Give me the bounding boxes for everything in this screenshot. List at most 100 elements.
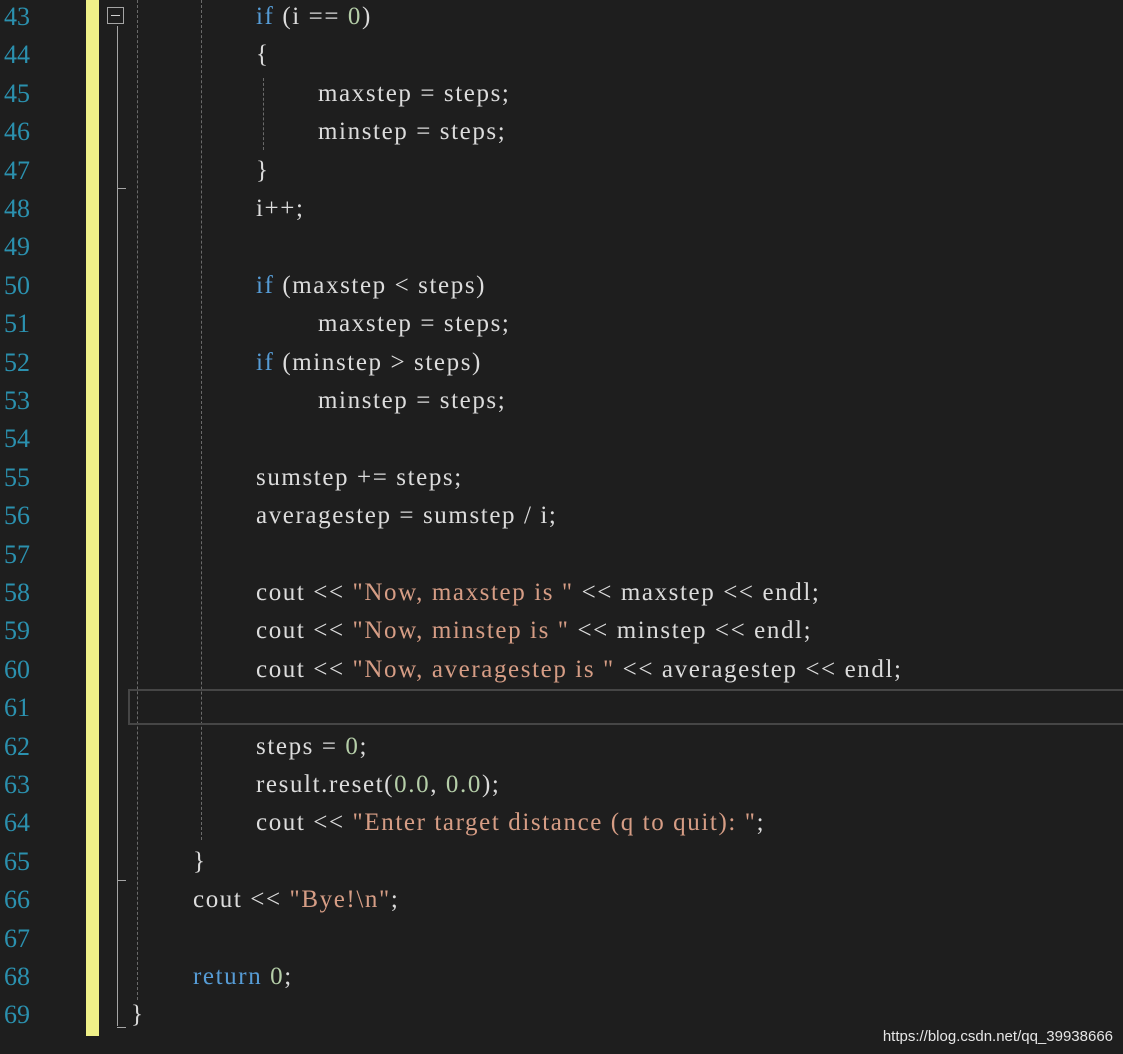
code-token: ; <box>359 732 369 760</box>
code-token: if <box>256 348 275 376</box>
code-text[interactable]: i++; <box>256 190 305 228</box>
code-line[interactable]: 43 if (i == 0) <box>0 0 1123 36</box>
code-line[interactable]: 44 { <box>0 36 1123 74</box>
code-text[interactable]: result.reset(0.0, 0.0); <box>256 766 500 804</box>
code-token: 0 <box>270 963 285 990</box>
code-line[interactable]: 63 result.reset(0.0, 0.0); <box>0 766 1123 804</box>
code-token: minstep = steps; <box>318 387 507 414</box>
code-line[interactable]: 65} <box>0 843 1123 881</box>
code-token: ) <box>362 3 372 30</box>
code-token: 0 <box>345 732 360 760</box>
code-line[interactable]: 46 minstep = steps; <box>0 113 1123 151</box>
code-text[interactable]: cout << "Enter target distance (q to qui… <box>256 804 765 842</box>
code-line[interactable]: 45 maxstep = steps; <box>0 75 1123 113</box>
code-line[interactable]: 49 <box>0 228 1123 266</box>
code-text[interactable]: steps = 0; <box>256 728 368 766</box>
code-line[interactable]: 54 <box>0 420 1123 458</box>
code-token: "Enter target distance (q to quit): " <box>352 809 757 837</box>
code-line[interactable]: 55 sumstep += steps; <box>0 459 1123 497</box>
line-number: 48 <box>4 194 30 223</box>
code-text[interactable]: { <box>256 36 270 74</box>
code-line[interactable]: 52 if (minstep > steps) <box>0 344 1123 382</box>
code-token: return <box>193 963 263 990</box>
line-number: 53 <box>4 386 30 415</box>
code-line[interactable]: 53 minstep = steps; <box>0 382 1123 420</box>
code-text[interactable]: minstep = steps; <box>318 382 506 420</box>
code-line[interactable]: 68 return 0; <box>0 958 1123 996</box>
code-token: 0.0 <box>445 771 482 798</box>
code-text[interactable]: } <box>193 843 207 881</box>
code-token: << maxstep << endl; <box>573 579 821 606</box>
code-text[interactable]: if (i == 0) <box>256 0 372 36</box>
code-token: i++; <box>256 195 305 222</box>
code-text[interactable]: cout << "Now, averagestep is " << averag… <box>256 651 903 689</box>
code-token: "Now, minstep is " <box>352 617 570 645</box>
code-line[interactable]: 66 cout << "Bye!\n"; <box>0 881 1123 919</box>
code-token: "Bye!\n" <box>289 886 391 914</box>
line-number: 57 <box>4 539 30 569</box>
line-number: 55 <box>4 462 30 492</box>
code-token: ; <box>390 886 400 914</box>
code-line[interactable]: 47} <box>0 152 1123 190</box>
code-token: "Now, maxstep is " <box>352 579 574 606</box>
code-token: maxstep = steps; <box>318 79 511 107</box>
code-text[interactable]: maxstep = steps; <box>318 75 510 113</box>
line-number: 63 <box>4 770 30 799</box>
line-number: 43 <box>4 2 30 31</box>
watermark: https://blog.csdn.net/qq_39938666 <box>882 1028 1113 1045</box>
code-line[interactable]: 56 averagestep = sumstep / i; <box>0 497 1123 535</box>
code-token: 0 <box>347 3 363 30</box>
code-text[interactable]: } <box>131 996 145 1034</box>
code-token: averagestep = sumstep / i; <box>256 502 558 530</box>
code-token: cout << <box>256 809 353 837</box>
line-number: 47 <box>4 155 30 185</box>
code-line[interactable]: 67 <box>0 920 1123 958</box>
line-number: 52 <box>4 347 30 377</box>
code-token: << averagestep << endl; <box>614 655 903 683</box>
code-text[interactable]: minstep = steps; <box>318 113 506 151</box>
code-text[interactable]: sumstep += steps; <box>256 459 463 497</box>
code-token: } <box>131 1001 145 1029</box>
code-token: "Now, averagestep is " <box>352 655 615 683</box>
line-number: 44 <box>4 40 30 70</box>
code-line[interactable]: 51 maxstep = steps; <box>0 305 1123 343</box>
line-number: 51 <box>4 309 30 339</box>
line-number: 66 <box>4 885 30 915</box>
code-token: if <box>256 271 275 299</box>
code-token: sumstep += steps; <box>256 463 463 491</box>
code-token: 0.0 <box>394 771 431 798</box>
code-token: { <box>256 41 270 69</box>
line-number: 45 <box>4 78 30 108</box>
code-line[interactable]: 50 if (maxstep < steps) <box>0 267 1123 305</box>
code-line[interactable]: 48 i++; <box>0 190 1123 228</box>
code-editor[interactable]: 43 if (i == 0) 44 {45 maxstep = steps; 46 mins… <box>0 0 1123 1054</box>
code-token: ; <box>756 809 766 837</box>
code-token: (minstep > steps) <box>274 348 482 376</box>
code-token: (maxstep < steps) <box>274 271 487 299</box>
code-line[interactable]: 59 cout << "Now, minstep is " << minstep … <box>0 612 1123 650</box>
code-line[interactable]: 61 <box>0 689 1123 727</box>
code-token: cout << <box>256 579 353 606</box>
code-text[interactable]: averagestep = sumstep / i; <box>256 497 557 535</box>
code-token: cout << <box>193 886 290 914</box>
code-text[interactable]: if (maxstep < steps) <box>256 267 486 305</box>
code-line[interactable]: 60 cout << "Now, averagestep is " << aver… <box>0 651 1123 689</box>
line-number: 56 <box>4 501 30 531</box>
code-text[interactable]: cout << "Now, minstep is " << minstep <<… <box>256 612 812 650</box>
code-text[interactable]: cout << "Now, maxstep is " << maxstep <<… <box>256 574 820 612</box>
code-line[interactable]: 64 cout << "Enter target distance (q to q… <box>0 804 1123 842</box>
code-token: , <box>430 771 446 798</box>
code-text[interactable]: if (minstep > steps) <box>256 344 482 382</box>
line-number: 67 <box>4 923 30 953</box>
code-line[interactable]: 62 steps = 0; <box>0 728 1123 766</box>
code-text[interactable]: cout << "Bye!\n"; <box>193 881 399 919</box>
code-text[interactable]: } <box>256 152 270 190</box>
code-token: } <box>256 156 270 184</box>
code-text[interactable]: return 0; <box>193 958 293 996</box>
code-line[interactable]: 58 cout << "Now, maxstep is " << maxstep … <box>0 574 1123 612</box>
line-number: 50 <box>4 270 30 300</box>
code-line[interactable]: 57 <box>0 536 1123 574</box>
code-token: maxstep = steps; <box>318 310 511 338</box>
code-text[interactable]: maxstep = steps; <box>318 305 510 343</box>
